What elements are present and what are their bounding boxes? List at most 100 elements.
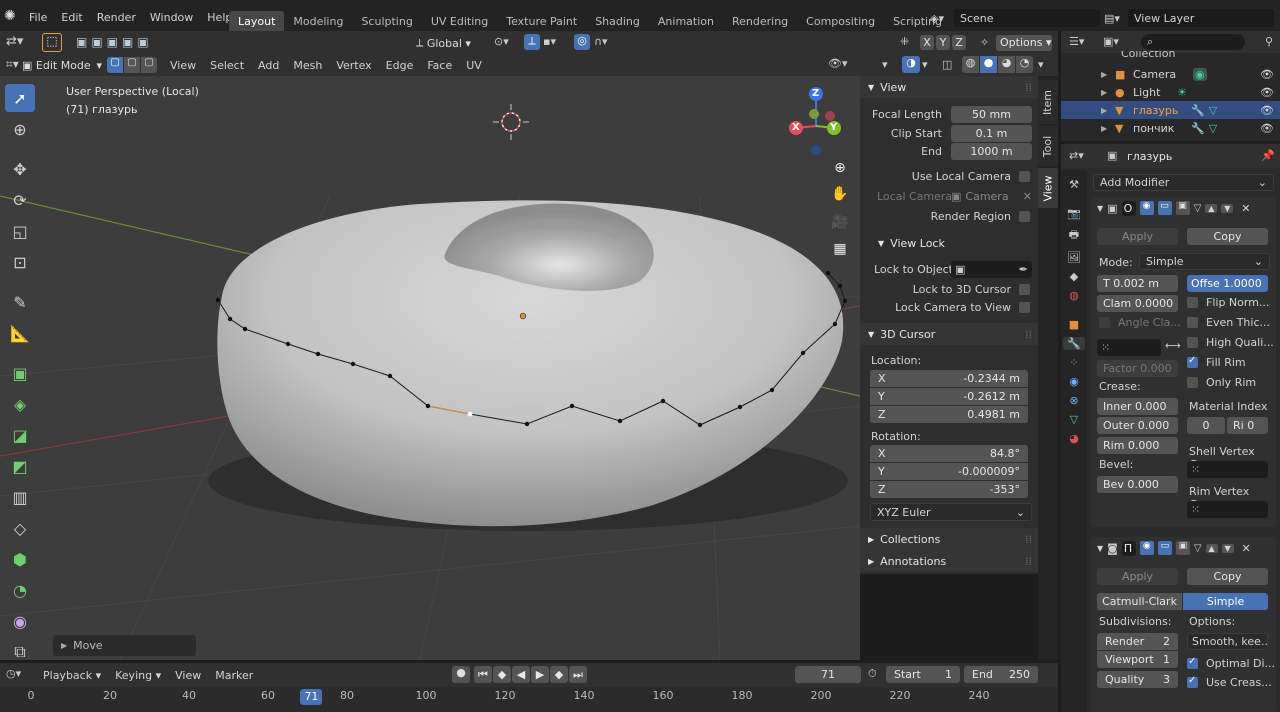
menu-window[interactable]: Window — [143, 11, 200, 24]
vertex-group-field[interactable]: ⁙ — [1097, 339, 1161, 356]
scene-selector[interactable]: ◈▾ Scene — [930, 9, 1100, 27]
close-icon[interactable]: ✕ — [1023, 190, 1032, 203]
tab-rendering[interactable]: Rendering — [723, 11, 797, 31]
smooth-tool-icon[interactable]: ◉ — [5, 607, 35, 635]
overlay-dropdown-icon[interactable]: ▾ — [922, 58, 928, 71]
knife-tool-icon[interactable]: ◇ — [5, 514, 35, 542]
render-props-icon[interactable]: 📷 — [1067, 207, 1081, 220]
tool-props-icon[interactable]: ⚒ — [1069, 178, 1079, 191]
clamp-field[interactable]: Clam 0.0000 — [1097, 295, 1178, 312]
even-thickness-checkbox[interactable] — [1187, 317, 1198, 328]
prev-keyframe-icon[interactable]: ◆ — [493, 666, 511, 683]
move-down-icon[interactable]: ▼ — [1221, 203, 1234, 213]
stopwatch-icon[interactable]: ⏱ — [868, 667, 877, 681]
particles-props-icon[interactable]: ⁘ — [1069, 356, 1078, 369]
edge-slide-tool-icon[interactable]: ⧉ — [5, 638, 35, 660]
use-creases-row[interactable]: Use Creas... — [1187, 675, 1272, 689]
search-input[interactable]: ⌕ — [1141, 34, 1245, 50]
view-layer-props-icon[interactable]: 🖼 — [1067, 251, 1081, 264]
menu-edit[interactable]: Edit — [54, 11, 89, 24]
clip-start-field[interactable]: 0.1 m — [951, 125, 1032, 142]
timeline-type-icon[interactable]: ◷▾ — [6, 667, 21, 680]
jump-end-icon[interactable]: ⏭ — [569, 666, 587, 683]
rendered-shading-icon[interactable]: ◔ — [1016, 56, 1033, 73]
use-local-camera-checkbox[interactable] — [1019, 171, 1030, 182]
viewport-3d[interactable]: Z X Y User Perspective (Local) (71) глаз… — [0, 76, 860, 660]
jump-start-icon[interactable]: ⏮ — [474, 666, 492, 683]
render-toggle-icon[interactable]: ▣ — [1175, 541, 1190, 555]
menu-vertex[interactable]: Vertex — [329, 59, 378, 72]
angle-clamp-row[interactable]: Angle Cla... — [1099, 316, 1181, 329]
lock-to-object-field[interactable]: ▣ ✒ — [951, 261, 1032, 278]
only-rim-checkbox[interactable] — [1187, 377, 1198, 388]
outliner-item-donut[interactable]: ▶ ▼ пончик 🔧 ▽ 👁 — [1061, 119, 1280, 137]
menu-uv[interactable]: UV — [459, 59, 489, 72]
timeline-ruler[interactable]: 0 20 40 60 71 80 100 120 140 160 180 200 220 240 — [0, 687, 1058, 712]
pan-hand-icon[interactable]: ✋ — [829, 186, 851, 208]
orientation-dropdown[interactable]: ⟂ Global ▾ — [416, 34, 488, 52]
menu-edge[interactable]: Edge — [379, 59, 421, 72]
mode-dropdown[interactable]: ▣ Edit Mode ▾ — [22, 57, 102, 73]
mirror-y-button[interactable]: Y — [936, 35, 950, 50]
current-frame-field[interactable]: 71 — [795, 666, 861, 683]
menu-render[interactable]: Render — [90, 11, 143, 24]
quality-field[interactable]: Quality 3 — [1097, 671, 1178, 688]
cursor-tool-icon[interactable]: ⊕ — [5, 115, 35, 143]
tab-item[interactable]: Item — [1038, 80, 1058, 124]
material-offset-field[interactable]: 0 — [1187, 417, 1225, 434]
mirror-z-button[interactable]: Z — [952, 35, 966, 50]
spin-tool-icon[interactable]: ◔ — [5, 576, 35, 604]
cage-toggle-icon[interactable]: ▽ — [1194, 203, 1202, 214]
camera-view-icon[interactable]: 🎥 — [829, 214, 851, 236]
expand-arrow-icon[interactable]: ▶ — [1101, 106, 1115, 115]
gizmo-z-label[interactable]: Z — [812, 88, 819, 99]
menu-face[interactable]: Face — [420, 59, 459, 72]
angle-clamp-checkbox[interactable] — [1099, 317, 1110, 328]
gizmo-x-label[interactable]: X — [792, 122, 800, 133]
selection-mode-icons[interactable]: ▣▣▣▣▣ — [76, 35, 153, 49]
face-select-icon[interactable]: ▢ — [141, 57, 157, 73]
vertex-select-icon[interactable]: ▢ — [107, 57, 123, 73]
flip-normals-row[interactable]: Flip Norm... — [1187, 296, 1269, 309]
outliner-item-collection[interactable]: Collection — [1061, 51, 1280, 65]
chevron-down-icon[interactable]: ▼ — [1097, 204, 1103, 213]
crease-inner-field[interactable]: Inner 0.000 — [1097, 398, 1178, 415]
add-modifier-dropdown[interactable]: Add Modifier ⌄ — [1093, 174, 1274, 191]
material-shading-icon[interactable]: ◕ — [998, 56, 1015, 73]
bevel-field[interactable]: Bev 0.000 — [1097, 476, 1178, 493]
eye-icon[interactable]: 👁 — [1260, 104, 1274, 117]
solidify-apply-button[interactable]: Apply — [1097, 228, 1178, 245]
snap-icon[interactable]: ⟂ — [524, 34, 540, 50]
start-frame-field[interactable]: Start 1 — [886, 666, 960, 683]
clip-end-field[interactable]: 1000 m — [951, 143, 1032, 160]
bevel-tool-icon[interactable]: ◩ — [5, 452, 35, 480]
crease-rim-field[interactable]: Rim 0.000 — [1097, 437, 1178, 454]
collections-panel-header[interactable]: ▶ Collections ⁞⁞ — [860, 528, 1038, 550]
cage-toggle-icon[interactable]: ▽ — [1194, 543, 1202, 554]
filter-icon[interactable]: ⚲ — [1265, 35, 1273, 48]
location-x-field[interactable]: X -0.2344 m — [870, 370, 1028, 387]
scene-props-icon[interactable]: ◆ — [1070, 270, 1078, 283]
shell-vertex-group-field[interactable]: ⁙ — [1187, 461, 1268, 478]
tab-sculpting[interactable]: Sculpting — [352, 11, 421, 31]
menu-marker[interactable]: Marker — [208, 669, 260, 682]
view-layer-selector[interactable]: ▤▾ View Layer — [1104, 9, 1274, 27]
menu-add[interactable]: Add — [251, 59, 286, 72]
loop-cut-tool-icon[interactable]: ▥ — [5, 483, 35, 511]
menu-view[interactable]: View — [163, 59, 203, 72]
eye-icon[interactable]: 👁 — [1260, 122, 1274, 135]
tab-texture-paint[interactable]: Texture Paint — [497, 11, 586, 31]
rotation-x-field[interactable]: X 84.8° — [870, 445, 1028, 462]
record-button[interactable]: ● — [452, 666, 470, 683]
tab-shading[interactable]: Shading — [586, 11, 649, 31]
output-props-icon[interactable]: 🖶 — [1069, 226, 1079, 245]
proportional-icon[interactable]: ◎ — [574, 34, 590, 50]
render-region-row[interactable]: Render Region — [860, 210, 1030, 223]
rim-vertex-group-field[interactable]: ⁙ — [1187, 501, 1268, 518]
outliner-item-light[interactable]: ▶ ● Light ☀ 👁 — [1061, 83, 1280, 101]
render-toggle-icon[interactable]: ▣ — [1175, 201, 1190, 215]
tab-compositing[interactable]: Compositing — [797, 11, 884, 31]
view-lock-header[interactable]: ▼ View Lock — [870, 232, 1038, 254]
last-operator-panel[interactable]: ▶ Move — [53, 635, 196, 656]
flip-normals-checkbox[interactable] — [1187, 297, 1198, 308]
